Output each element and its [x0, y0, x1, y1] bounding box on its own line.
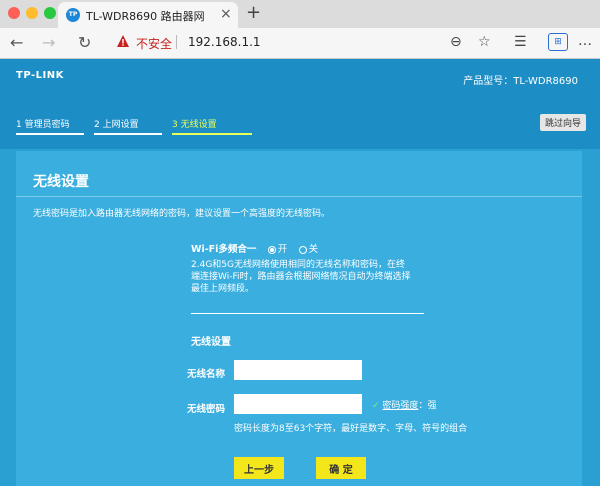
wifi-merge-note: 2.4G和5G无线网络使用相同的无线名称和密码，在终端连接Wi-Fi时，路由器会… [191, 260, 411, 294]
wifi-merge-label: Wi-Fi多频合一 [191, 244, 257, 255]
more-menu-icon[interactable]: … [578, 33, 592, 49]
new-tab-icon[interactable]: + [246, 2, 261, 23]
confirm-button[interactable]: 确 定 [316, 457, 366, 479]
wifi-merge-off-label[interactable]: 关 [309, 244, 319, 255]
insecure-label[interactable]: 不安全 [136, 35, 172, 52]
step-admin-password-underline [16, 133, 84, 135]
tab-title: TL-WDR8690 路由器网 [86, 10, 205, 23]
password-strength-value: ：强 [418, 401, 437, 411]
wifi-merge-on-label[interactable]: 开 [278, 244, 288, 255]
warning-icon[interactable] [116, 34, 130, 48]
password-hint: 密码长度为8至63个字符，最好是数字、字母、符号的组合 [234, 424, 468, 434]
section-divider [191, 313, 424, 314]
address-separator [176, 35, 177, 49]
product-model: 产品型号：TL-WDR8690 [463, 76, 578, 87]
browser-tab-bar: TP TL-WDR8690 路由器网 × + [0, 0, 600, 28]
wifi-merge-row: Wi-Fi多频合一 开 关 [191, 241, 318, 255]
step-wireless-settings-underline [172, 133, 252, 135]
close-tab-icon[interactable]: × [220, 6, 232, 22]
browser-toolbar: ← → ↻ 不安全 192.168.1.1 ⊖ ☆ ☰ ⊞ … [0, 28, 600, 59]
wireless-settings-panel: 无线设置 无线密码是加入路由器无线网络的密码，建议设置一个高强度的无线密码。 W… [16, 151, 582, 486]
close-window-button[interactable] [8, 7, 20, 19]
password-strength: ✓ 密码强度：强 [372, 398, 436, 411]
password-input[interactable] [234, 394, 362, 414]
wifi-merge-on-radio[interactable] [267, 245, 276, 254]
password-strength-link[interactable]: 密码强度 [382, 401, 418, 411]
favorite-star-icon[interactable]: ☆ [478, 34, 491, 50]
check-icon: ✓ [372, 401, 380, 411]
step-admin-password: 1 管理员密码 [16, 120, 70, 130]
password-label: 无线密码 [187, 404, 226, 415]
ssid-input[interactable] [234, 360, 362, 380]
previous-step-button[interactable]: 上一步 [234, 457, 284, 479]
skip-wizard-button[interactable]: 跳过向导 [539, 114, 586, 131]
back-arrow-icon[interactable]: ← [10, 33, 23, 52]
maximize-window-button[interactable] [44, 7, 56, 19]
minimize-window-button[interactable] [26, 7, 38, 19]
step-internet-settings: 2 上网设置 [94, 120, 139, 130]
wifi-merge-off-radio[interactable] [298, 245, 307, 254]
address-bar-url[interactable]: 192.168.1.1 [188, 35, 261, 49]
ssid-label: 无线名称 [187, 369, 226, 380]
tp-link-logo: TP-LINK [16, 70, 64, 81]
step-wireless-settings: 3 无线设置 [172, 120, 217, 130]
browser-tab[interactable]: TP TL-WDR8690 路由器网 × [58, 2, 238, 28]
router-header: TP-LINK 产品型号：TL-WDR8690 1 管理员密码 2 上网设置 3… [0, 59, 600, 149]
favorites-list-icon[interactable]: ☰ [514, 34, 527, 50]
panel-title: 无线设置 [33, 174, 89, 190]
forward-arrow-icon[interactable]: → [42, 33, 55, 52]
panel-description: 无线密码是加入路由器无线网络的密码，建议设置一个高强度的无线密码。 [33, 209, 331, 219]
zoom-icon[interactable]: ⊖ [450, 34, 462, 50]
section-title: 无线设置 [191, 337, 231, 348]
step-internet-settings-underline [94, 133, 162, 135]
panel-divider [16, 196, 582, 197]
reload-icon[interactable]: ↻ [78, 33, 91, 52]
tp-link-favicon-icon: TP [66, 8, 80, 22]
extension-icon[interactable]: ⊞ [548, 33, 568, 51]
